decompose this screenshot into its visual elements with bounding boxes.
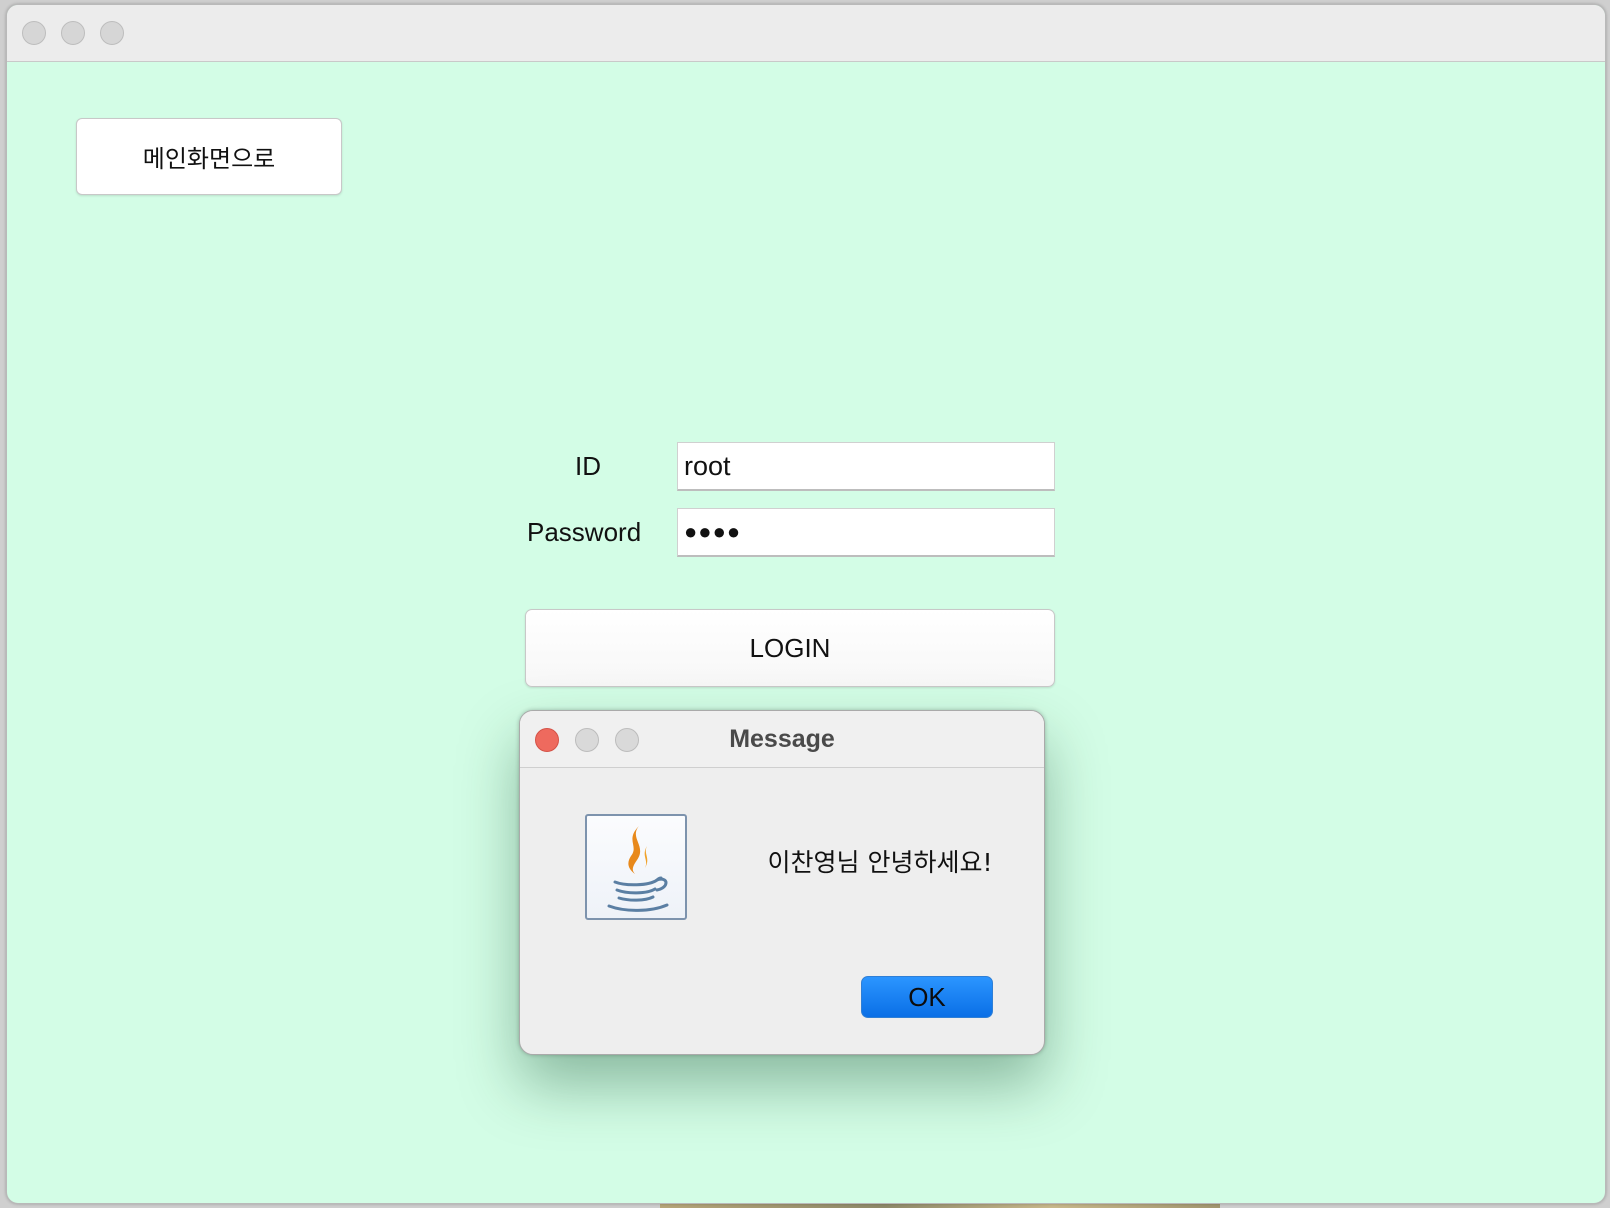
password-input[interactable]: ●●●●: [677, 508, 1055, 557]
app-window: 메인화면으로 ID root Password ●●●● LOGIN Messa…: [6, 4, 1606, 1204]
login-button[interactable]: LOGIN: [525, 609, 1055, 687]
zoom-window-button[interactable]: [100, 21, 124, 45]
dialog-titlebar: Message: [520, 711, 1044, 768]
ok-button[interactable]: OK: [861, 976, 993, 1018]
password-label: Password: [527, 517, 642, 547]
window-titlebar: [7, 5, 1605, 62]
id-input[interactable]: root: [677, 442, 1055, 491]
dialog-message: 이찬영님 안녕하세요!: [767, 848, 993, 877]
java-icon: [585, 814, 687, 920]
main-screen-button[interactable]: 메인화면으로: [76, 118, 342, 195]
close-window-button[interactable]: [22, 21, 46, 45]
message-dialog: Message 이찬영님 안녕하세요! OK: [519, 710, 1045, 1055]
minimize-window-button[interactable]: [61, 21, 85, 45]
dialog-title: Message: [729, 725, 835, 753]
id-label: ID: [575, 451, 601, 481]
